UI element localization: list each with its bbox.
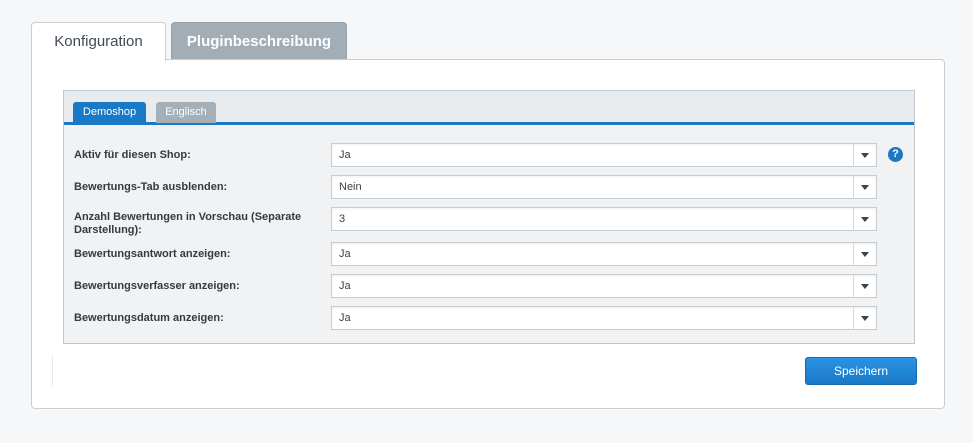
field-label-anzahl: Anzahl Bewertungen in Vorschau (Separate… [74, 211, 302, 236]
tab-konfiguration[interactable]: Konfiguration [31, 22, 166, 61]
field-label-bewertungsverfasser: Bewertungsverfasser anzeigen: [74, 280, 240, 292]
select-value-bewertungsverfasser: Ja [339, 280, 351, 292]
chevron-down-icon[interactable] [853, 243, 876, 265]
select-value-bewertungsdatum: Ja [339, 312, 351, 324]
field-label-bewertungsantwort: Bewertungsantwort anzeigen: [74, 248, 231, 260]
select-value-bewertungsantwort: Ja [339, 248, 351, 260]
shop-tab-bar: Demoshop Englisch [64, 91, 914, 125]
question-icon[interactable]: ? [888, 147, 903, 162]
chevron-down-icon[interactable] [853, 307, 876, 329]
configuration-panel: Demoshop Englisch Aktiv für diesen Shop:… [31, 59, 945, 409]
chevron-down-icon[interactable] [853, 208, 876, 230]
select-bewertungsantwort[interactable]: Ja [331, 242, 877, 266]
chevron-down-icon[interactable] [853, 176, 876, 198]
field-label-bewertungsdatum: Bewertungsdatum anzeigen: [74, 312, 224, 324]
select-bewertungs-tab[interactable]: Nein [331, 175, 877, 199]
select-aktiv[interactable]: Ja [331, 143, 877, 167]
select-value-bewertungs-tab: Nein [339, 181, 362, 193]
select-bewertungsdatum[interactable]: Ja [331, 306, 877, 330]
save-button[interactable]: Speichern [805, 357, 917, 385]
chevron-down-icon[interactable] [853, 275, 876, 297]
shop-config-panel: Demoshop Englisch Aktiv für diesen Shop:… [63, 90, 915, 344]
tab-pluginbeschreibung[interactable]: Pluginbeschreibung [171, 22, 347, 60]
select-bewertungsverfasser[interactable]: Ja [331, 274, 877, 298]
divider [52, 356, 53, 386]
chevron-down-icon[interactable] [853, 144, 876, 166]
field-label-bewertungs-tab: Bewertungs-Tab ausblenden: [74, 181, 228, 193]
select-value-aktiv: Ja [339, 149, 351, 161]
select-anzahl[interactable]: 3 [331, 207, 877, 231]
tab-englisch[interactable]: Englisch [156, 102, 216, 123]
select-value-anzahl: 3 [339, 213, 346, 225]
field-label-aktiv: Aktiv für diesen Shop: [74, 149, 191, 161]
tab-demoshop[interactable]: Demoshop [73, 102, 146, 123]
